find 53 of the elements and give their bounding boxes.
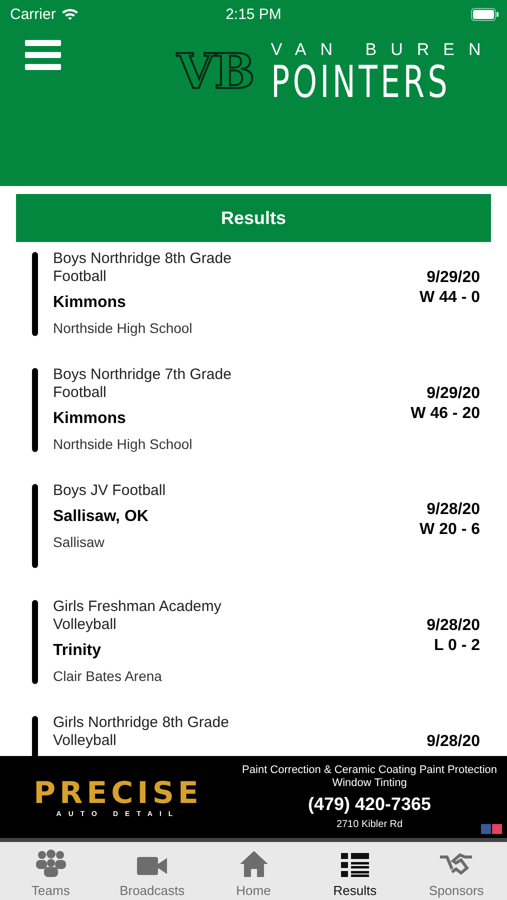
game-score: W 44 - 0 — [420, 288, 480, 308]
result-item[interactable]: Boys Northridge 8th Grade Football Kimmons Northside High School 9/29/20 W 44 - 0 — [0, 250, 507, 366]
game-date: 9/29/20 — [426, 268, 480, 288]
venue-label: Northside High School — [53, 436, 194, 452]
opponent-name: Kimmons — [53, 410, 127, 428]
event-title: Boys JV Football — [53, 482, 167, 500]
opponent-name: Kimmons — [53, 294, 127, 312]
menu-icon — [25, 40, 61, 70]
brand-name: PRECISE — [34, 776, 202, 811]
people-icon — [34, 849, 67, 877]
game-date: 9/29/20 — [426, 384, 480, 404]
tab-item[interactable]: Teams — [0, 842, 102, 900]
services-text: Paint Correction & Ceramic Coating Paint Protection — [242, 764, 497, 777]
game-date: 9/28/20 — [426, 500, 480, 520]
tab-item[interactable]: Results — [304, 842, 406, 900]
game-score: W 20 - 6 — [420, 520, 480, 540]
venue-label: Northside High School — [53, 320, 194, 336]
phone-number: (479) 420-7365 — [308, 794, 432, 815]
services-text: Window Tinting — [332, 777, 407, 790]
status-time: 2:15 PM — [224, 6, 282, 22]
address-text: 2710 Kibler Rd — [336, 819, 403, 830]
tab-item[interactable]: Sponsors — [406, 842, 507, 900]
carrier-label: Carrier — [10, 6, 56, 22]
wifi-icon — [60, 7, 79, 21]
video-camera-icon — [137, 855, 168, 877]
venue-label: Sallisaw — [53, 534, 106, 550]
event-title: Girls Freshman Academy Volleyball — [53, 598, 222, 634]
list-icon — [340, 853, 369, 877]
event-title: Boys Northridge 7th Grade Football — [53, 366, 232, 402]
team-name: POINTERS — [270, 60, 450, 106]
event-title: Boys Northridge 8th Grade Football — [53, 250, 232, 286]
venue-label: Clair Bates Arena — [53, 668, 163, 684]
logo-monogram: VB — [174, 43, 256, 102]
opponent-name: Trinity — [53, 642, 102, 660]
menu-button[interactable] — [25, 40, 61, 70]
game-score: L 0 - 2 — [434, 636, 480, 656]
section-header: Results — [16, 194, 491, 242]
result-item[interactable]: Girls Northridge 8th Grade Volleyball 9/28/20 — [0, 714, 507, 756]
instagram-icon — [492, 824, 502, 834]
game-date: 9/28/20 — [426, 732, 480, 752]
result-item[interactable]: Girls Freshman Academy Volleyball Trinity Clair Bates Arena 9/28/20 L 0 - 2 — [0, 598, 507, 714]
school-name: VAN BUREN — [270, 40, 496, 60]
game-score: W 46 - 20 — [410, 404, 480, 424]
event-title: Girls Northridge 8th Grade Volleyball — [53, 714, 230, 750]
tab-item[interactable]: Home — [202, 842, 304, 900]
opponent-name: Sallisaw, OK — [53, 508, 150, 526]
battery-icon — [471, 8, 499, 20]
facebook-icon — [481, 824, 491, 834]
tab-item[interactable]: Broadcasts — [101, 842, 203, 900]
home-icon — [240, 851, 268, 877]
result-item[interactable]: Boys Northridge 7th Grade Football Kimmons Northside High School 9/29/20 W 46 - 20 — [0, 366, 507, 482]
result-item[interactable]: Boys JV Football Sallisaw, OK Sallisaw 9/28/20 W 20 - 6 — [0, 482, 507, 598]
game-date: 9/28/20 — [426, 616, 480, 636]
